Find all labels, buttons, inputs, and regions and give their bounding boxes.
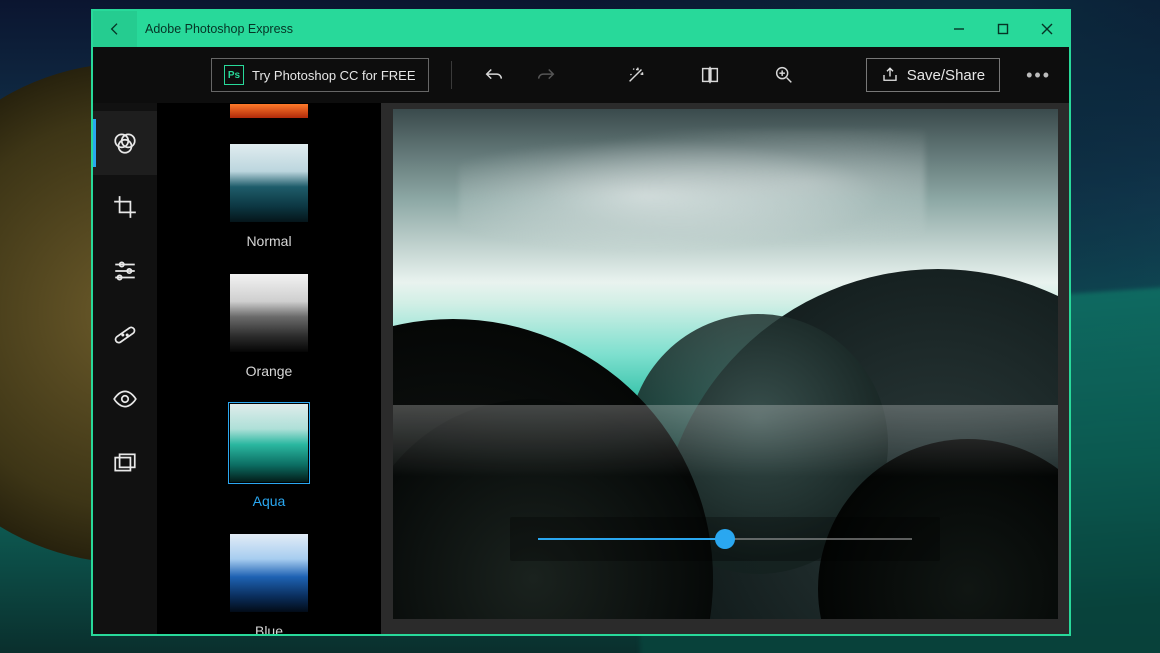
compare-button[interactable] <box>690 55 730 95</box>
share-icon <box>881 66 899 84</box>
bandage-icon <box>112 322 138 348</box>
filter-thumb <box>229 533 309 613</box>
side-tools <box>93 103 157 634</box>
filter-label: Orange <box>246 363 293 379</box>
close-button[interactable] <box>1025 11 1069 47</box>
filter-intensity-slider[interactable] <box>510 517 940 561</box>
window-controls <box>937 11 1069 47</box>
magic-wand-icon <box>625 64 647 86</box>
canvas-area <box>381 103 1069 634</box>
filter-thumb <box>229 143 309 223</box>
save-share-button[interactable]: Save/Share <box>866 58 1000 92</box>
slider-fill <box>538 538 725 540</box>
side-tool-filters[interactable] <box>93 111 157 175</box>
crop-icon <box>112 194 138 220</box>
side-tool-borders[interactable] <box>93 431 157 495</box>
filter-item-normal[interactable]: Normal <box>229 143 309 249</box>
filter-label: Aqua <box>253 493 286 509</box>
side-tool-crop[interactable] <box>93 175 157 239</box>
zoom-button[interactable] <box>764 55 804 95</box>
image-canvas[interactable] <box>393 109 1058 619</box>
side-tool-adjust[interactable] <box>93 239 157 303</box>
undo-button[interactable] <box>474 55 514 95</box>
filter-panel[interactable]: Normal Orange Aqua Blue <box>157 103 381 634</box>
overlap-circles-icon <box>112 130 138 156</box>
filter-thumb <box>229 403 309 483</box>
slider-thumb[interactable] <box>715 529 735 549</box>
main-area: Normal Orange Aqua Blue <box>93 103 1069 634</box>
undo-icon <box>483 64 505 86</box>
filter-thumb <box>229 103 309 119</box>
ps-badge-icon: Ps <box>224 65 244 85</box>
more-button[interactable]: ••• <box>1026 65 1051 86</box>
frames-icon <box>112 450 138 476</box>
top-toolbar: Ps Try Photoshop CC for FREE Save/Share … <box>93 47 1069 103</box>
filter-item-orange[interactable]: Orange <box>229 273 309 379</box>
eye-icon <box>112 386 138 412</box>
titlebar: Adobe Photoshop Express <box>93 11 1069 47</box>
app-title: Adobe Photoshop Express <box>145 22 293 36</box>
toolbar-separator <box>451 61 452 89</box>
filter-label: Normal <box>246 233 291 249</box>
sliders-icon <box>112 258 138 284</box>
try-cc-label: Try Photoshop CC for FREE <box>252 68 416 83</box>
filter-item-blue[interactable]: Blue <box>229 533 309 634</box>
app-window: Adobe Photoshop Express Ps Try Photoshop… <box>91 9 1071 636</box>
filter-item-aqua[interactable]: Aqua <box>229 403 309 509</box>
redo-button[interactable] <box>526 55 566 95</box>
compare-icon <box>699 64 721 86</box>
filter-thumb <box>229 273 309 353</box>
back-button[interactable] <box>93 11 137 47</box>
maximize-button[interactable] <box>981 11 1025 47</box>
filter-label: Blue <box>255 623 283 634</box>
minimize-button[interactable] <box>937 11 981 47</box>
zoom-in-icon <box>773 64 795 86</box>
slider-track <box>538 538 912 540</box>
save-share-label: Save/Share <box>907 67 985 84</box>
try-photoshop-cc-button[interactable]: Ps Try Photoshop CC for FREE <box>211 58 429 92</box>
auto-enhance-button[interactable] <box>616 55 656 95</box>
filter-item[interactable] <box>229 103 309 119</box>
redo-icon <box>535 64 557 86</box>
more-icon: ••• <box>1026 65 1051 85</box>
side-tool-redeye[interactable] <box>93 367 157 431</box>
side-tool-heal[interactable] <box>93 303 157 367</box>
